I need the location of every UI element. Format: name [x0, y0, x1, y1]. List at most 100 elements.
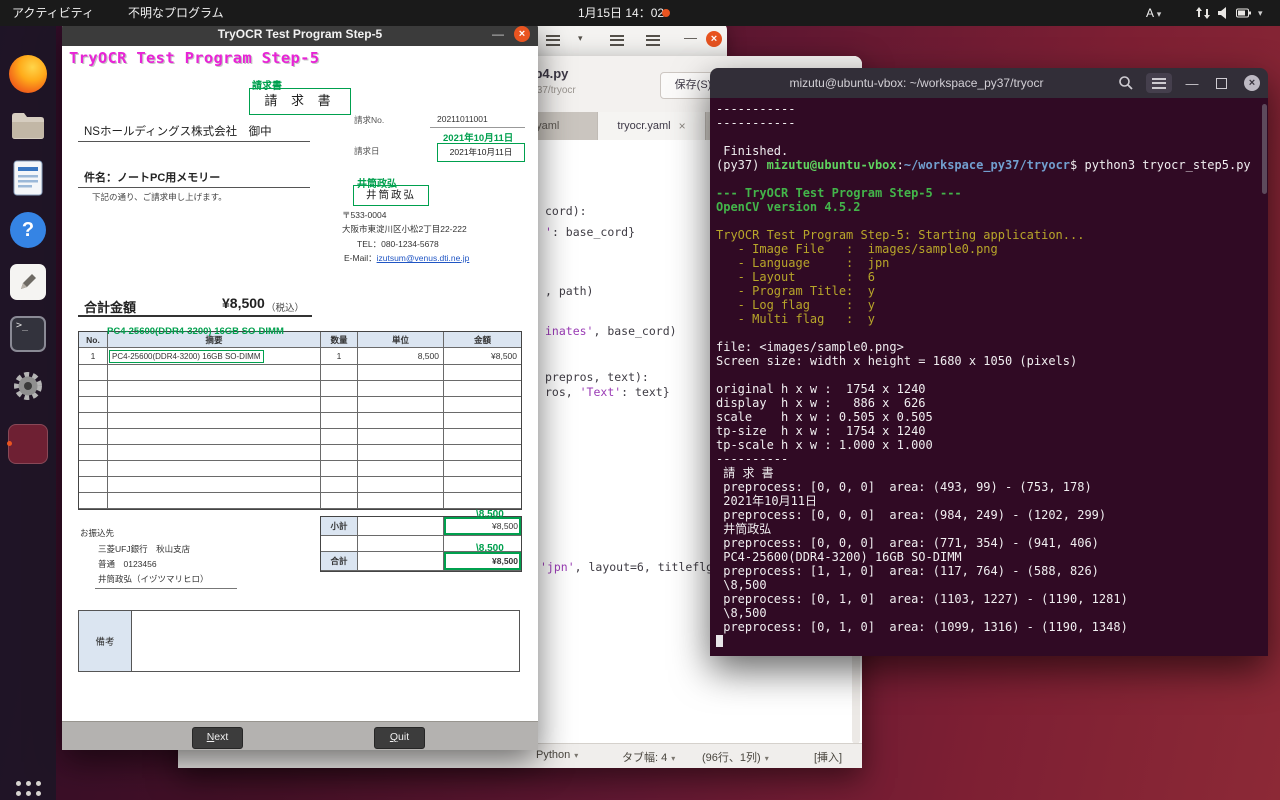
search-icon[interactable]: [1118, 75, 1134, 91]
hamburger-menu-icon[interactable]: [646, 32, 660, 53]
ocr-label-date: 2021年10月11日: [443, 130, 513, 144]
invoice-postal: 〒533-0004: [342, 209, 386, 221]
invoice-bank-line: 普通 0123456: [98, 558, 157, 570]
table-cell: 8,500: [358, 348, 444, 365]
dock-item-writer[interactable]: [6, 156, 50, 200]
rule: [78, 187, 310, 188]
minimize-button[interactable]: —: [1184, 69, 1200, 97]
table-cell: [79, 445, 108, 461]
rule: [78, 141, 310, 142]
invoice-subject: 件名：ノートPC用メモリー: [84, 169, 220, 185]
table-cell: ¥8,500: [444, 348, 521, 365]
table-cell: [358, 429, 444, 445]
invoice-date-value: 2021年10月11日: [437, 143, 525, 162]
table-cell: [321, 429, 358, 445]
table-cell: 1: [79, 348, 108, 365]
table-cell: [321, 381, 358, 397]
table-cell: [321, 461, 358, 477]
tab-close-icon[interactable]: ×: [679, 119, 686, 133]
table-cell: [444, 477, 521, 493]
ocr-label-total: \8,500: [476, 543, 504, 554]
ocr-label-item: PC4-25600(DDR4-3200) 16GB SO-DIMM: [107, 326, 284, 337]
dock-item-text-editor[interactable]: [6, 260, 50, 304]
maximize-button[interactable]: [1216, 78, 1227, 89]
terminal-body[interactable]: ---------------------- Finished.(py37) m…: [710, 98, 1268, 656]
table-cell: [321, 477, 358, 493]
terminal-window: mizutu@ubuntu-vbox: ~/workspace_py37/try…: [710, 68, 1268, 656]
terminal-headerbar[interactable]: mizutu@ubuntu-vbox: ~/workspace_py37/try…: [710, 68, 1268, 99]
table-cell: [444, 397, 521, 413]
ocr-label-subtotal: \8,500: [476, 509, 504, 520]
dock-item-files[interactable]: [6, 104, 50, 148]
invoice-email-label: E-Mail：: [344, 253, 377, 263]
invoice-remarks-empty: [132, 611, 519, 671]
quit-button[interactable]: Quit: [374, 727, 425, 749]
terminal-scrollbar-thumb[interactable]: [1262, 104, 1267, 194]
battery-icon[interactable]: [1236, 8, 1252, 22]
table-cell: [79, 461, 108, 477]
table-cell: [108, 381, 321, 397]
open-documents-icon[interactable]: [546, 32, 560, 53]
minimize-button[interactable]: —: [684, 30, 697, 45]
table-cell: [444, 381, 521, 397]
dock-item-firefox[interactable]: [6, 52, 50, 96]
hamburger-menu-button[interactable]: [1146, 73, 1172, 93]
terminal-icon: >_: [10, 316, 46, 352]
table-cell: 小計: [321, 517, 358, 536]
focused-app-menu[interactable]: 不明なプログラム: [128, 0, 224, 26]
tab-tryocr-yaml[interactable]: tryocr.yaml ×: [598, 112, 706, 140]
table-cell: [108, 429, 321, 445]
invoice-seller-name: 井筒政弘: [353, 185, 429, 206]
firefox-icon: [9, 55, 47, 93]
system-menu-caret-icon[interactable]: ▾: [1258, 0, 1263, 26]
volume-icon[interactable]: [1218, 7, 1230, 22]
close-button[interactable]: ×: [1244, 75, 1260, 91]
show-applications-button[interactable]: [13, 778, 43, 800]
language-selector[interactable]: Python▾: [536, 749, 578, 761]
clock[interactable]: 1月15日 14：02: [578, 0, 664, 26]
open-documents-caret-icon[interactable]: ▾: [578, 33, 583, 44]
table-cell: 数量: [321, 332, 358, 348]
pen-icon: [10, 264, 46, 300]
table-cell: ¥8,500: [444, 552, 521, 571]
table-cell: PC4-25600(DDR4-3200) 16GB SO-DIMM: [108, 348, 321, 365]
invoice-email-link: izutsum@venus.dti.ne.jp: [377, 253, 470, 263]
activities-button[interactable]: アクティビティ: [12, 0, 94, 26]
menu-icon[interactable]: [610, 32, 624, 53]
table-cell: [321, 536, 358, 552]
tab-width-selector[interactable]: タブ幅: 4▾: [622, 749, 675, 765]
invoice-date-label: 請求日: [354, 145, 380, 157]
invoice-note: 下記の通り、ご請求申し上げます。: [92, 191, 227, 203]
invoice-items-table: No.摘要数量単位金額1PC4-25600(DDR4-3200) 16GB SO…: [78, 331, 522, 510]
tryocr-window: TryOCR Test Program Step-5 — × TryOCR Te…: [62, 22, 538, 750]
dock-item-settings[interactable]: [6, 364, 50, 408]
dock-item-terminal[interactable]: >_: [6, 312, 50, 356]
invoice-doc-title: 請 求 書: [249, 88, 351, 115]
ime-indicator[interactable]: A ▾: [1146, 0, 1161, 27]
next-button[interactable]: Next: [192, 727, 243, 749]
close-button[interactable]: ×: [514, 26, 530, 42]
table-cell: [79, 477, 108, 493]
network-icon[interactable]: [1196, 7, 1210, 22]
table-cell: [444, 429, 521, 445]
table-cell: [321, 365, 358, 381]
ocr-box-item: PC4-25600(DDR4-3200) 16GB SO-DIMM: [109, 350, 264, 363]
cursor-position[interactable]: (96行、1列)▾: [702, 749, 769, 765]
top-bar: アクティビティ 不明なプログラム 1月15日 14：02 A ▾ ▾: [0, 0, 1280, 26]
rule: [95, 588, 237, 589]
dock-item-help[interactable]: ?: [6, 208, 50, 252]
invoice-total-value: ¥8,500: [222, 295, 265, 311]
table-cell: [79, 365, 108, 381]
table-cell: [321, 397, 358, 413]
invoice-no-value: 20211011001: [437, 114, 488, 124]
table-cell: [108, 493, 321, 509]
table-cell: 1: [321, 348, 358, 365]
invoice-company: NSホールディングス株式会社 御中: [84, 123, 272, 139]
invoice-bank-line: 井筒政弘（イヅツマリヒロ）: [98, 573, 209, 585]
table-cell: [444, 493, 521, 509]
dock-item-tryocr[interactable]: [6, 422, 50, 466]
table-cell: [321, 413, 358, 429]
close-button[interactable]: ×: [706, 31, 722, 47]
invoice-address: 大阪市東淀川区小松2丁目22-222: [342, 223, 467, 235]
table-cell: [358, 461, 444, 477]
